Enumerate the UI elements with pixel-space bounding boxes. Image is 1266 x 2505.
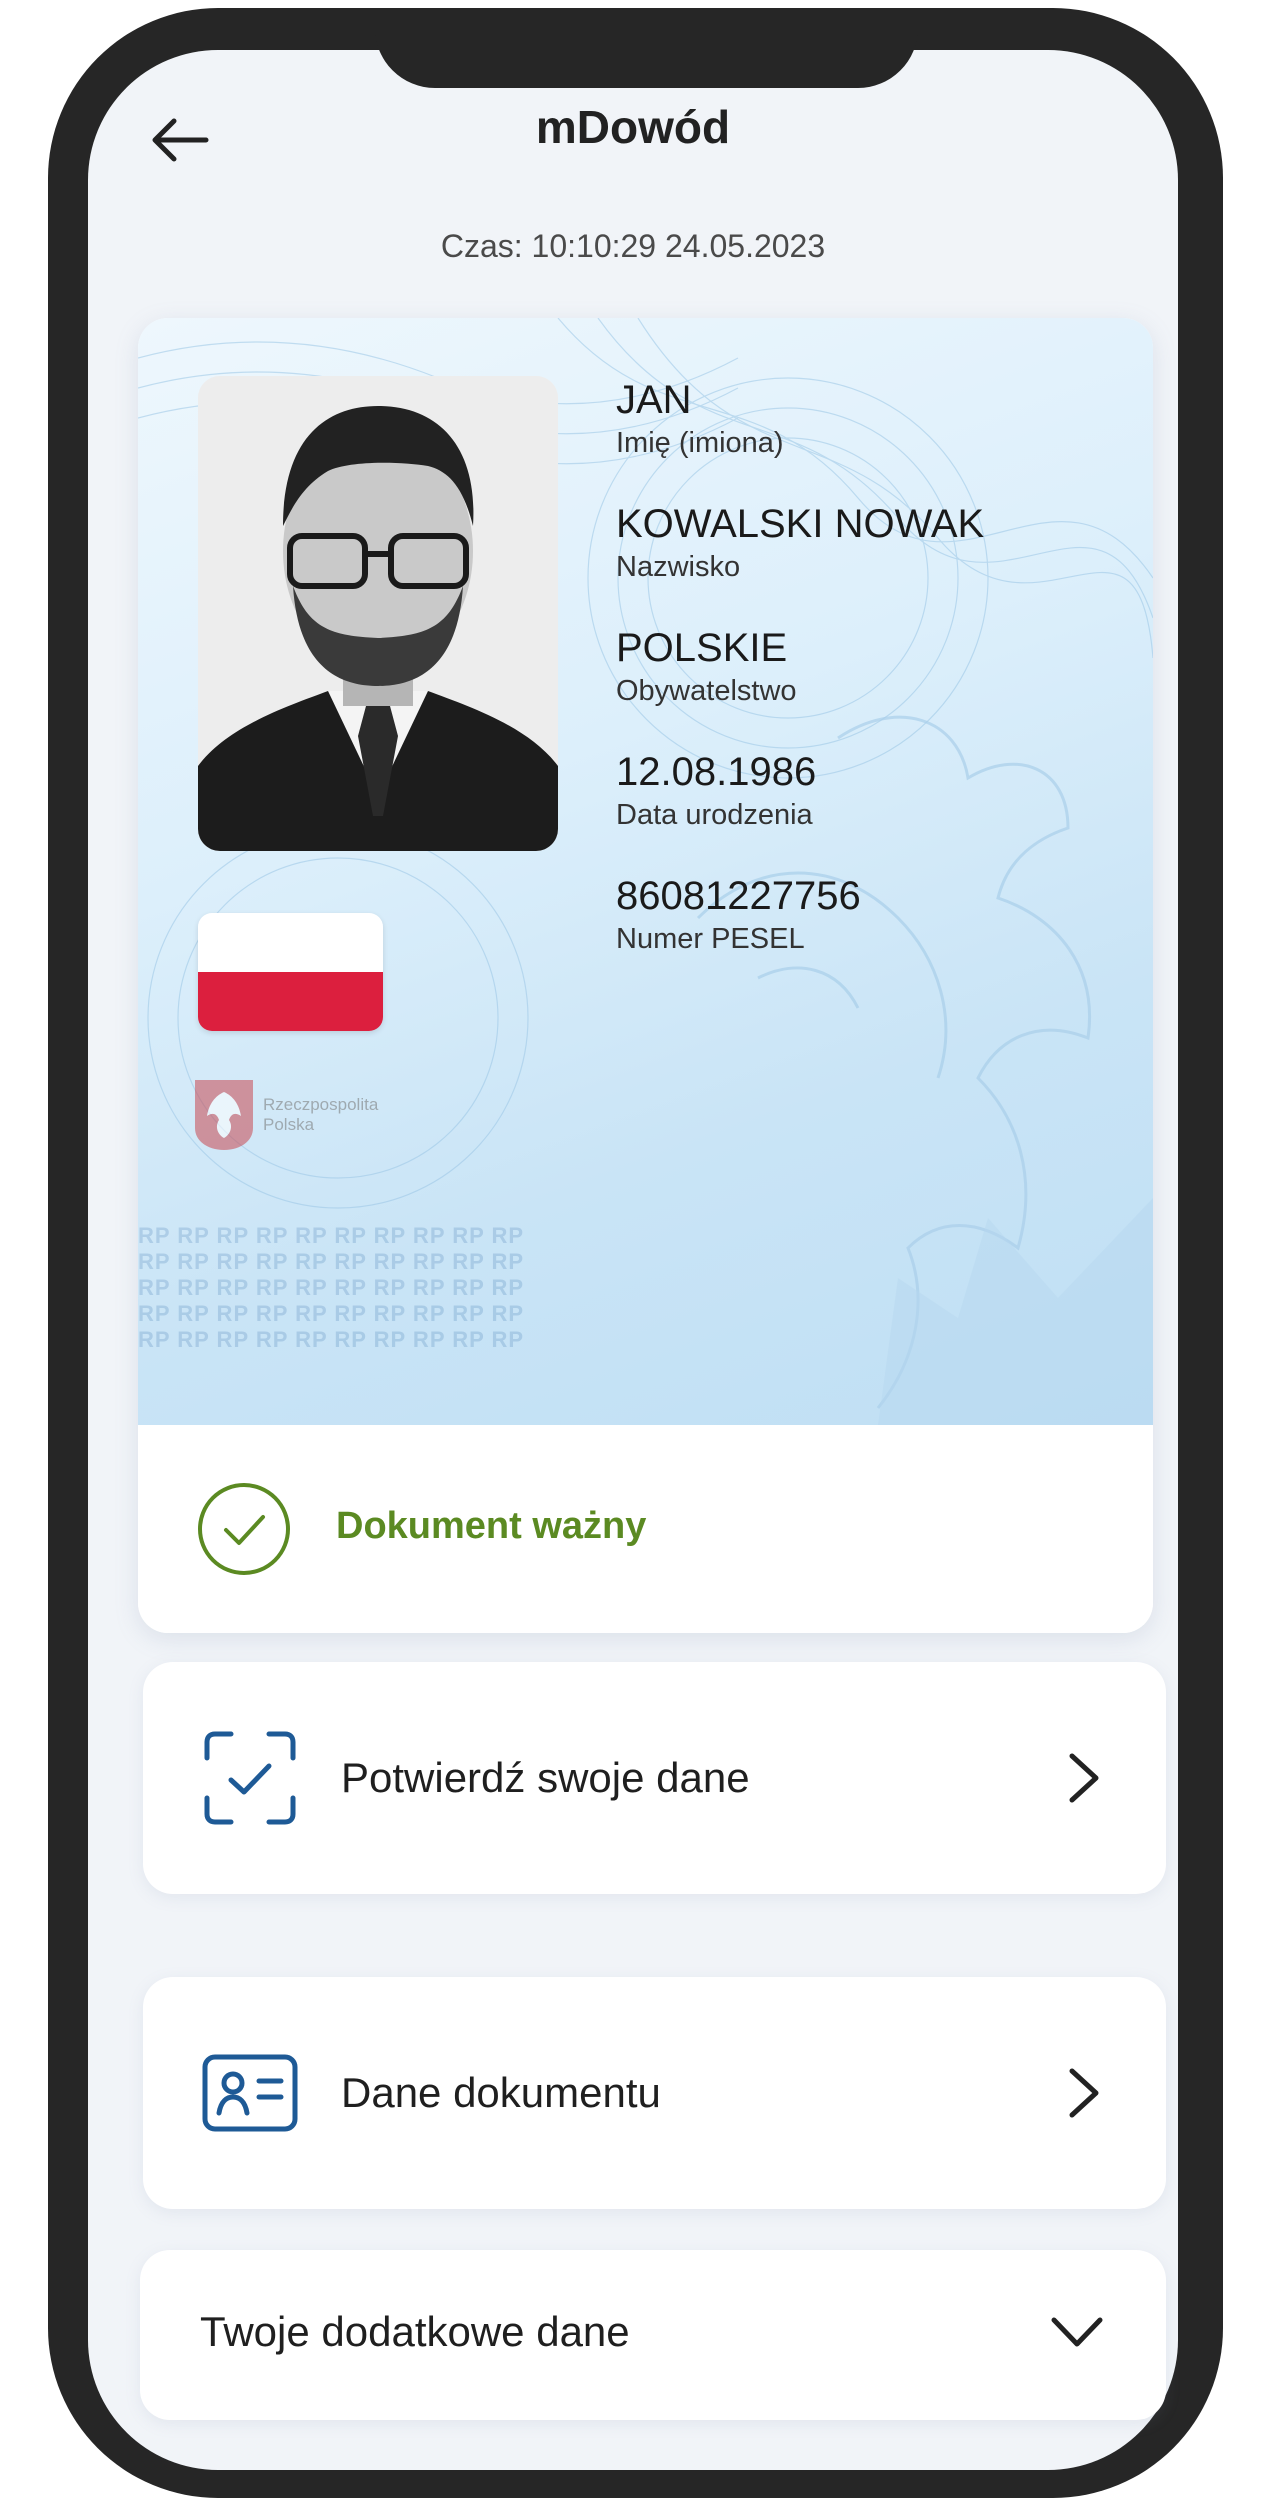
scan-check-icon	[204, 1731, 296, 1825]
timestamp: Czas: 10:10:29 24.05.2023	[440, 228, 826, 264]
polish-flag	[198, 913, 383, 1031]
chevron-right-icon	[1069, 2068, 1099, 2118]
field-label: Imię (imiona)	[616, 427, 784, 459]
watermark-text: RP RP RP RP RP RP RP RP RP RP RP RP RP R…	[138, 1223, 525, 1352]
accordion-label: Twoje dodatkowe dane	[200, 2308, 630, 2355]
field-label: Nazwisko	[616, 551, 741, 583]
field-label: Data urodzenia	[616, 799, 813, 831]
confirm-data-button[interactable]: Potwierdź swoje dane	[143, 1662, 1166, 1894]
document-data-button[interactable]: Dane dokumentu	[143, 1977, 1166, 2209]
field-last-name: KOWALSKI NOWAK Nazwisko	[616, 500, 984, 584]
portrait-image	[198, 376, 558, 851]
holder-photo	[198, 376, 558, 851]
phone-notch	[375, 8, 918, 88]
emblem-text-line1: Rzeczpospolita	[263, 1095, 379, 1114]
menu-label: Dane dokumentu	[341, 2069, 661, 2116]
status-text: Dokument ważny	[336, 1505, 647, 1547]
field-label: Numer PESEL	[616, 923, 805, 955]
identity-fields: JAN Imię (imiona) KOWALSKI NOWAK Nazwisk…	[616, 376, 984, 996]
field-birth-date: 12.08.1986 Data urodzenia	[616, 748, 984, 832]
chevron-down-icon	[1051, 2317, 1103, 2347]
eagle-emblem-icon	[195, 1080, 253, 1150]
id-card-icon	[202, 2054, 298, 2132]
field-value: 12.08.1986	[616, 750, 817, 794]
field-first-name: JAN Imię (imiona)	[616, 376, 984, 460]
field-citizenship: POLSKIE Obywatelstwo	[616, 624, 984, 708]
emblem-text-line2: Polska	[263, 1115, 315, 1134]
field-value: JAN	[616, 378, 692, 422]
document-status: Dokument ważny	[138, 1425, 1153, 1633]
field-value: 86081227756	[616, 874, 861, 918]
additional-data-accordion[interactable]: Twoje dodatkowe dane	[140, 2250, 1166, 2420]
menu-label: Potwierdź swoje dane	[341, 1754, 750, 1801]
field-value: POLSKIE	[616, 626, 788, 670]
state-emblem: Rzeczpospolita Polska	[193, 1078, 378, 1152]
field-label: Obywatelstwo	[616, 675, 797, 707]
field-pesel: 86081227756 Numer PESEL	[616, 872, 984, 956]
field-value: KOWALSKI NOWAK	[616, 502, 985, 546]
id-card: Rzeczpospolita Polska RP RP RP RP RP RP …	[138, 318, 1153, 1633]
chevron-right-icon	[1069, 1753, 1099, 1803]
check-circle-icon	[198, 1483, 290, 1575]
page-title: mDowód	[535, 101, 731, 153]
